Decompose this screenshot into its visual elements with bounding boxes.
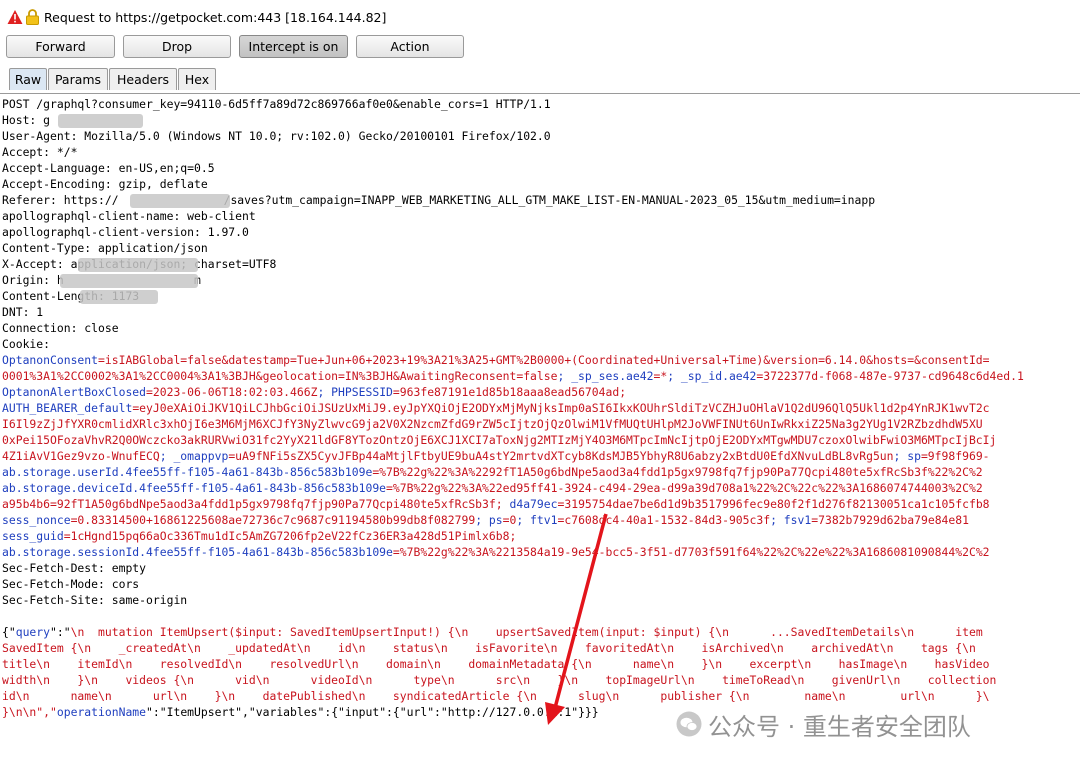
sec-fetch-dest-header: Sec-Fetch-Dest: empty — [2, 561, 147, 575]
watermark: 公众号 · 重生者安全团队 — [676, 706, 971, 742]
cookie-line: I6Il9zZjJfYXR0cmlidXRlc3xhOjI6e3M6MjM6XC… — [2, 417, 983, 431]
client-name-header: apollographql-client-name: web-client — [2, 209, 256, 223]
cookie-line: sess_nonce=0.83314500+16861225608ae72736… — [2, 513, 969, 527]
raw-request-editor[interactable]: POST /graphql?consumer_key=94110-6d5ff7a… — [0, 93, 1080, 765]
cookie-line: 4Z1iAvV1Gez9vzo-WnufECQ; _omappvp=uA9fNF… — [2, 449, 990, 463]
cookie-line: ab.storage.sessionId.4fee55ff-f105-4a61-… — [2, 545, 990, 559]
tab-params[interactable]: Params — [48, 68, 108, 90]
redaction-blur — [60, 274, 198, 288]
content-type-header: Content-Type: application/json — [2, 241, 208, 255]
cookie-line: a95b4b6=92fT1A50g6bdNpe5aod3a4fdd1p5gx97… — [2, 497, 990, 511]
tab-raw[interactable]: Raw — [9, 68, 47, 90]
action-button[interactable]: Action — [356, 35, 464, 58]
intercept-toolbar: Forward Drop Intercept is on Action — [0, 34, 1080, 61]
cookie-line: OptanonConsent=isIABGlobal=false&datesta… — [2, 353, 990, 367]
connection-header: Connection: close — [2, 321, 119, 335]
accept-language-header: Accept-Language: en-US,en;q=0.5 — [2, 161, 215, 175]
body-line: }\n\n","operationName":"ItemUpsert","var… — [2, 705, 599, 719]
cookie-line: OptanonAlertBoxClosed=2023-06-06T18:02:0… — [2, 385, 627, 399]
host-header: Host: g — [2, 113, 51, 127]
user-agent-header: User-Agent: Mozilla/5.0 (Windows NT 10.0… — [2, 129, 551, 143]
tab-hex[interactable]: Hex — [178, 68, 216, 90]
request-title: Request to https://getpocket.com:443 [18… — [44, 9, 387, 25]
cookie-line: 0001%3A1%2CC0002%3A1%2CC0004%3A1%3BJH&ge… — [2, 369, 1024, 383]
cookie-line: ab.storage.deviceId.4fee55ff-f105-4a61-8… — [2, 481, 983, 495]
cookie-header: Cookie: — [2, 337, 51, 351]
redaction-blur — [80, 290, 158, 304]
intercept-toggle-button[interactable]: Intercept is on — [239, 35, 348, 58]
cookie-line: sess_guid=1cHgnd15pq66aOc336Tmu1dIc5AmZG… — [2, 529, 517, 543]
cookie-line: AUTH_BEARER_default=eyJ0eXAiOiJKV1QiLCJh… — [2, 401, 990, 415]
accept-header: Accept: */* — [2, 145, 78, 159]
warning-icon — [7, 9, 23, 25]
body-line: SavedItem {\n _createdAt\n _updatedAt\n … — [2, 641, 976, 655]
redaction-blur — [78, 258, 198, 272]
message-tabs: Raw Params Headers Hex — [0, 67, 1080, 91]
cookie-line: 0xPei15OFozaVhvR2Q0OWczcko3akRURVwiO31fc… — [2, 433, 997, 447]
tab-headers[interactable]: Headers — [109, 68, 177, 90]
cookie-line: ab.storage.userId.4fee55ff-f105-4a61-843… — [2, 465, 983, 479]
request-header: Request to https://getpocket.com:443 [18… — [0, 0, 1080, 34]
redaction-blur — [58, 114, 143, 128]
sec-fetch-site-header: Sec-Fetch-Site: same-origin — [2, 593, 188, 607]
body-line: id\n name\n url\n }\n datePublished\n sy… — [2, 689, 990, 703]
forward-button[interactable]: Forward — [6, 35, 115, 58]
wechat-logo-icon — [676, 711, 702, 737]
body-line: {"query":"\n mutation ItemUpsert($input:… — [2, 625, 983, 639]
drop-button[interactable]: Drop — [123, 35, 231, 58]
body-line: title\n itemId\n resolvedId\n resolvedUr… — [2, 657, 990, 671]
accept-encoding-header: Accept-Encoding: gzip, deflate — [2, 177, 208, 191]
request-line: POST /graphql?consumer_key=94110-6d5ff7a… — [2, 97, 551, 111]
client-version-header: apollographql-client-version: 1.97.0 — [2, 225, 249, 239]
sec-fetch-mode-header: Sec-Fetch-Mode: cors — [2, 577, 140, 591]
body-line: width\n }\n videos {\n vid\n videoId\n t… — [2, 673, 997, 687]
redaction-blur — [130, 194, 230, 208]
dnt-header: DNT: 1 — [2, 305, 44, 319]
lock-icon — [26, 9, 39, 25]
